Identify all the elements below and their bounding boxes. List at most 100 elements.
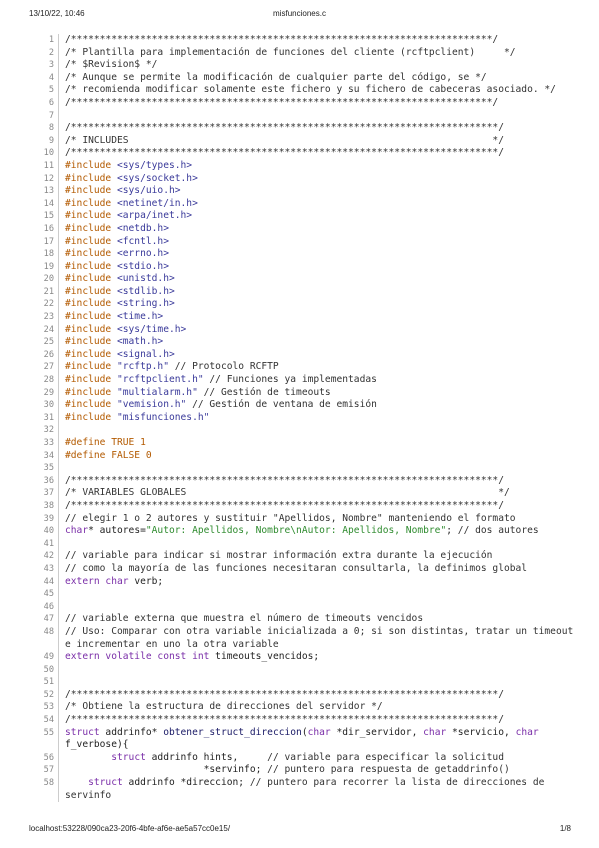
gutter-divider — [58, 399, 59, 412]
code-line: 9 /* INCLUDES */ — [29, 134, 574, 148]
code-line: 10 /*************************************… — [29, 147, 574, 160]
line-text — [65, 676, 574, 689]
code-line: 41 — [29, 537, 574, 551]
preprocessor-directive: #include — [65, 222, 117, 234]
line-number: 24 — [43, 324, 54, 335]
gutter-divider — [58, 613, 59, 626]
code-line: 53 /* Obtiene la estructura de direccione… — [29, 701, 574, 715]
line-number: 3 — [48, 60, 54, 71]
code-comment: // Funciones ya implementadas — [203, 374, 377, 386]
preprocessor-directive: #include — [65, 159, 117, 171]
line-text: *servinfo; // puntero para respuesta de … — [65, 764, 574, 777]
line-number: 18 — [43, 249, 54, 260]
code-line: 40 char* autores="Autor: Apellidos, Nombr… — [29, 525, 574, 538]
include-path: <sys/time.h> — [116, 323, 187, 335]
gutter-divider — [58, 96, 59, 110]
line-number: 4 — [48, 72, 54, 83]
gutter-divider — [58, 701, 59, 715]
line-text: /***************************************… — [65, 500, 574, 513]
code-comment: // puntero para respuesta de getaddrinfo… — [267, 764, 510, 776]
code-line: 35 — [29, 462, 574, 475]
code-line: 12 #include <sys/socket.h> — [29, 172, 574, 186]
code-comment: // Uso: Comparar con otra variable inici… — [65, 625, 580, 650]
keyword: extern volatile const int — [65, 651, 210, 663]
code-line: 45 — [29, 588, 574, 601]
line-number: 46 — [43, 601, 54, 612]
code-text: verb; — [128, 575, 164, 587]
gutter-divider — [58, 109, 59, 123]
line-number: 32 — [43, 425, 54, 436]
gutter-divider — [58, 59, 59, 72]
line-number: 38 — [43, 500, 54, 511]
gutter-divider — [58, 260, 59, 274]
code-line: 8 /**************************************… — [29, 122, 574, 135]
line-text: /* $Revision$ */ — [65, 59, 574, 72]
page-number: 1/8 — [559, 824, 571, 833]
line-text: // Uso: Comparar con otra variable inici… — [65, 626, 574, 651]
gutter-divider — [58, 424, 59, 437]
code-line: 43 // como la mayoría de las funciones ne… — [29, 562, 574, 576]
line-number: 26 — [43, 349, 54, 360]
line-number: 51 — [43, 677, 54, 688]
code-text: *dir_servidor, — [330, 726, 424, 738]
line-number: 15 — [43, 211, 54, 222]
gutter-divider — [58, 147, 59, 160]
line-number: 7 — [48, 110, 54, 121]
code-line: 44 extern char verb; — [29, 575, 574, 589]
keyword: struct — [65, 726, 100, 738]
line-text: /* Aunque se permite la modificación de … — [65, 72, 574, 85]
line-number: 28 — [43, 375, 54, 386]
line-text: /***************************************… — [65, 714, 574, 727]
code-line: 46 — [29, 600, 574, 614]
line-text: /***************************************… — [65, 147, 574, 160]
code-line: 6 /**************************************… — [29, 96, 574, 110]
line-text: #include <sys/socket.h> — [65, 173, 574, 186]
line-text: // como la mayoría de las funciones nece… — [65, 563, 574, 576]
line-text: #include <netinet/in.h> — [65, 198, 574, 211]
line-text: #include <unistd.h> — [65, 273, 574, 286]
gutter-divider — [58, 663, 59, 677]
gutter-divider — [58, 46, 59, 60]
preprocessor-directive: #include — [65, 399, 117, 411]
gutter-divider — [58, 386, 59, 400]
line-number: 42 — [43, 551, 54, 562]
include-path: <errno.h> — [116, 248, 169, 260]
document-title: misfunciones.c — [273, 9, 326, 18]
line-number: 19 — [43, 261, 54, 272]
gutter-divider — [58, 323, 59, 337]
line-number: 48 — [43, 626, 54, 637]
line-text: struct addrinfo hints, // variable para … — [65, 752, 574, 765]
line-text — [65, 601, 574, 614]
code-line: 52 /*************************************… — [29, 688, 574, 702]
code-comment: // Gestión de timeouts — [197, 386, 331, 398]
gutter-divider — [58, 474, 59, 488]
code-line: 19 #include <stdio.h> — [29, 260, 574, 274]
line-text: #include "rcftp.h" // Protocolo RCFTP — [65, 361, 574, 374]
include-path: <sys/uio.h> — [116, 185, 181, 197]
gutter-divider — [58, 248, 59, 261]
line-number: 11 — [43, 160, 54, 171]
code-line: 51 — [29, 676, 574, 689]
code-comment: /* INCLUDES */ — [65, 134, 504, 146]
code-line: 29 #include "multialarm.h" // Gestión de … — [29, 386, 574, 400]
preprocessor-directive: #include — [65, 285, 117, 297]
gutter-divider — [58, 525, 59, 538]
line-text: /* VARIABLES GLOBALES */ — [65, 487, 574, 500]
preprocessor-directive: #include — [65, 374, 117, 386]
preprocessor-directive: #include — [65, 210, 117, 222]
code-line: 39 // elegir 1 o 2 autores y sustituir "A… — [29, 512, 574, 526]
code-comment: /***************************************… — [65, 499, 504, 511]
gutter-divider — [58, 499, 59, 513]
code-text: *servicio, — [446, 726, 516, 738]
keyword: char — [65, 525, 89, 537]
gutter-divider — [58, 726, 59, 752]
code-comment: // variable externa que muestra el númer… — [65, 613, 424, 625]
code-line: 55 struct addrinfo* obtener_struct_direcc… — [29, 726, 574, 752]
gutter-divider — [58, 600, 59, 614]
code-text: ; — [446, 525, 458, 537]
code-comment: /* $Revision$ */ — [65, 59, 158, 71]
include-path: "misfunciones.h" — [116, 411, 210, 423]
code-text: *servinfo; — [65, 764, 268, 776]
include-path: <sys/socket.h> — [116, 172, 198, 184]
preprocessor-directive: #include — [65, 197, 117, 209]
